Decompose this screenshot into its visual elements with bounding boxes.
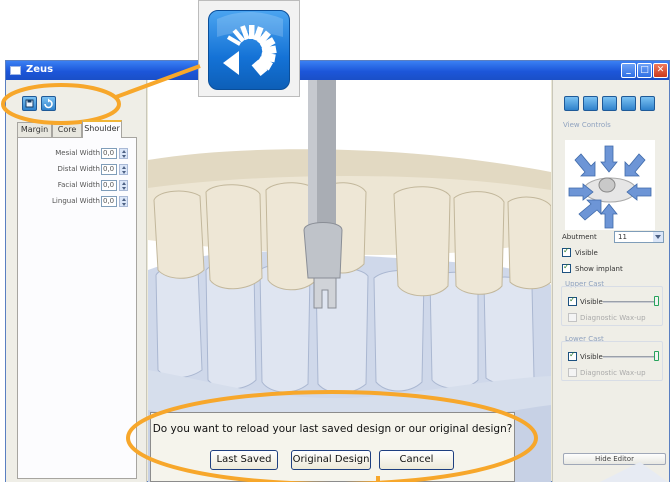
tab-shoulder[interactable]: Shoulder <box>82 120 122 138</box>
close-button[interactable]: ✕ <box>653 63 668 78</box>
window-title: Zeus <box>26 64 54 75</box>
upper-cast-visible-checkbox[interactable] <box>568 295 577 306</box>
distal-width-label: Distal Width <box>57 165 100 173</box>
upper-cast-slider-track[interactable] <box>603 301 657 303</box>
mesial-width-input[interactable]: 0,0 <box>101 148 117 159</box>
upper-cast-diagnostic-label: Diagnostic Wax-up <box>580 314 646 322</box>
lingual-width-label: Lingual Width <box>52 197 100 205</box>
left-editor-panel: Margin Core Shoulder Mesial Width 0,0 Di… <box>6 80 147 482</box>
refresh-icon[interactable] <box>564 96 579 111</box>
abutment-label: Abutment <box>562 233 597 241</box>
visible-label: Visible <box>575 249 598 257</box>
tab-margin[interactable]: Margin <box>17 122 52 137</box>
lower-cast-slider-thumb[interactable] <box>654 351 659 361</box>
tool-icon[interactable] <box>621 96 636 111</box>
last-saved-button[interactable]: Last Saved <box>210 450 278 470</box>
shoulder-tab-panel: Mesial Width 0,0 Distal Width 0,0 Facial… <box>17 137 137 479</box>
view-controls-widget[interactable] <box>565 140 655 230</box>
cancel-button[interactable]: Cancel <box>379 450 454 470</box>
save-icon[interactable] <box>22 96 37 111</box>
zoom-callout <box>198 0 300 97</box>
right-controls-panel: View Controls Abutment 11 ✓ Visible ✓ Sh… <box>552 80 669 482</box>
reload-arrow-icon <box>217 12 283 77</box>
reload-icon[interactable] <box>41 96 56 111</box>
tab-core[interactable]: Core <box>52 122 82 137</box>
distal-width-spinner[interactable] <box>119 164 128 175</box>
lingual-width-row: Lingual Width 0,0 <box>18 196 138 208</box>
original-design-button[interactable]: Original Design <box>291 450 371 470</box>
document-icon[interactable] <box>583 96 598 111</box>
facial-width-row: Facial Width 0,0 <box>18 180 138 192</box>
lingual-width-input[interactable]: 0,0 <box>101 196 117 207</box>
reload-icon-enlarged <box>208 10 290 90</box>
facial-width-spinner[interactable] <box>119 180 128 191</box>
image-icon[interactable] <box>640 96 655 111</box>
mesial-width-label: Mesial Width <box>55 149 100 157</box>
dialog-message: Do you want to reload your last saved de… <box>152 423 513 435</box>
chevron-down-icon[interactable] <box>653 232 663 242</box>
minimize-button[interactable]: _ <box>621 63 636 78</box>
lower-cast-visible-checkbox[interactable] <box>568 350 577 361</box>
view-direction-arrows-icon <box>568 145 652 229</box>
reload-dialog: Do you want to reload your last saved de… <box>150 412 515 482</box>
lower-cast-diagnostic-label: Diagnostic Wax-up <box>580 369 646 377</box>
mesial-width-spinner[interactable] <box>119 148 128 159</box>
visible-checkbox[interactable] <box>562 246 571 257</box>
facial-width-label: Facial Width <box>57 181 100 189</box>
app-icon <box>10 66 21 75</box>
show-implant-checkbox[interactable] <box>562 262 571 273</box>
grid-icon[interactable] <box>602 96 617 111</box>
facial-width-input[interactable]: 0,0 <box>101 180 117 191</box>
mesial-width-row: Mesial Width 0,0 <box>18 148 138 160</box>
distal-width-input[interactable]: 0,0 <box>101 164 117 175</box>
lingual-width-spinner[interactable] <box>119 196 128 207</box>
lower-cast-diagnostic-checkbox[interactable] <box>568 368 577 377</box>
lower-cast-slider-track[interactable] <box>603 356 657 358</box>
abutment-value: 11 <box>618 233 627 241</box>
show-implant-label: Show implant <box>575 265 623 273</box>
lower-cast-visible-label: Visible <box>580 353 603 361</box>
hide-editor-button[interactable]: Hide Editor <box>563 453 666 465</box>
upper-cast-diagnostic-checkbox[interactable] <box>568 313 577 322</box>
title-bar[interactable]: Zeus _ □ ✕ <box>6 61 669 80</box>
screenshot-root: Zeus _ □ ✕ Margin Core Shoulder Mesial W… <box>0 0 670 482</box>
maximize-button[interactable]: □ <box>637 63 652 78</box>
distal-width-row: Distal Width 0,0 <box>18 164 138 176</box>
upper-cast-visible-label: Visible <box>580 298 603 306</box>
abutment-select[interactable]: 11 <box>614 231 664 243</box>
upper-cast-slider-thumb[interactable] <box>654 296 659 306</box>
